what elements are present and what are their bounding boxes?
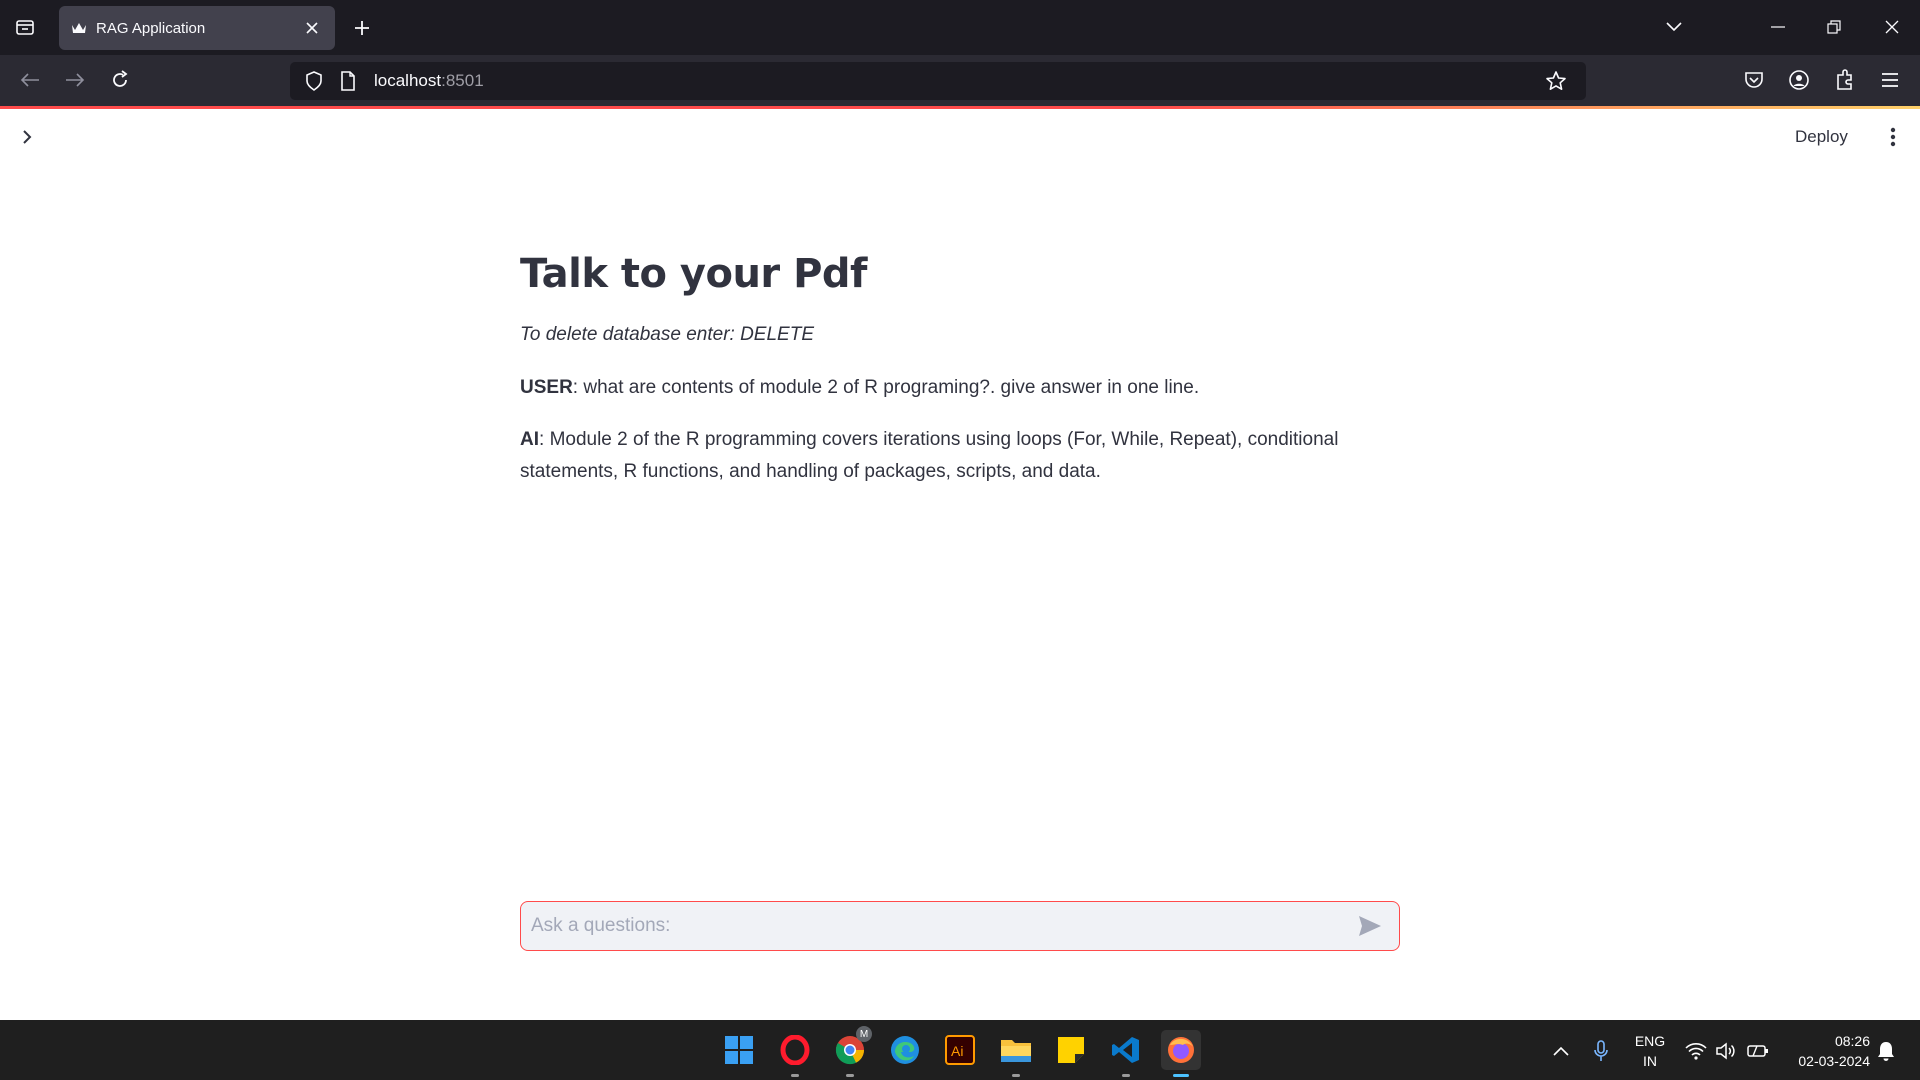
address-bar[interactable]: localhost:8501: [290, 62, 1586, 100]
running-indicator: [791, 1074, 799, 1077]
input-language-indicator[interactable]: ENG IN: [1630, 1031, 1670, 1071]
pocket-icon[interactable]: [1737, 63, 1771, 97]
vscode-icon[interactable]: [1106, 1030, 1146, 1077]
clock-date: 02-03-2024: [1798, 1053, 1870, 1069]
system-clock[interactable]: 08:26 02-03-2024: [1780, 1031, 1870, 1071]
file-explorer-icon[interactable]: [996, 1030, 1036, 1077]
message-text: Module 2 of the R programming covers ite…: [520, 429, 1339, 482]
volume-icon[interactable]: [1713, 1038, 1739, 1064]
message-text: what are contents of module 2 of R progr…: [583, 377, 1200, 398]
active-indicator: [1173, 1074, 1189, 1077]
tab-list-icon[interactable]: [10, 12, 40, 42]
chat-message-user: USER: what are contents of module 2 of R…: [520, 372, 1400, 404]
close-window-icon[interactable]: [1874, 10, 1910, 44]
new-tab-icon[interactable]: [347, 13, 377, 43]
url-port: :8501: [441, 71, 484, 90]
main-content: Talk to your Pdf To delete database ente…: [520, 240, 1400, 508]
chat-input[interactable]: [531, 915, 1355, 937]
tracking-shield-icon[interactable]: [300, 67, 328, 95]
battery-icon[interactable]: [1745, 1038, 1771, 1064]
deploy-button[interactable]: Deploy: [1795, 124, 1848, 150]
send-icon[interactable]: [1355, 911, 1385, 941]
streamlit-header-decoration: [0, 106, 1920, 109]
close-tab-icon[interactable]: [301, 17, 323, 39]
region-code: IN: [1643, 1053, 1657, 1069]
forward-icon[interactable]: [58, 63, 92, 97]
list-all-tabs-icon[interactable]: [1656, 10, 1692, 44]
url-host: localhost: [374, 71, 442, 90]
start-icon[interactable]: [719, 1030, 759, 1070]
profile-badge: M: [856, 1026, 872, 1042]
chat-input-container: [520, 901, 1400, 951]
illustrator-icon[interactable]: Ai: [940, 1030, 980, 1070]
browser-toolbar: localhost:8501: [0, 55, 1920, 106]
clock-time: 08:26: [1834, 1033, 1870, 1049]
page-title: Talk to your Pdf: [520, 251, 867, 297]
running-indicator: [1122, 1074, 1130, 1077]
account-icon[interactable]: [1782, 63, 1816, 97]
page-info-icon[interactable]: [334, 67, 362, 95]
streamlit-crown-icon: [71, 20, 87, 36]
extensions-icon[interactable]: [1828, 63, 1862, 97]
restore-icon[interactable]: [1816, 10, 1852, 44]
reload-icon[interactable]: [103, 63, 137, 97]
message-role: AI: [520, 429, 539, 450]
delete-hint-caption: To delete database enter: DELETE: [520, 324, 814, 345]
url-text[interactable]: localhost:8501: [374, 71, 1542, 91]
chrome-icon[interactable]: M: [830, 1026, 872, 1077]
browser-tab-strip: RAG Application: [0, 0, 1920, 55]
firefox-icon[interactable]: [1161, 1030, 1201, 1077]
message-separator: :: [572, 377, 584, 398]
language-code: ENG: [1634, 1033, 1666, 1049]
chat-message-ai: AI: Module 2 of the R programming covers…: [520, 424, 1400, 488]
main-menu-kebab-icon[interactable]: [1880, 124, 1906, 150]
minimize-icon[interactable]: [1760, 10, 1796, 44]
microphone-icon[interactable]: [1588, 1038, 1614, 1064]
running-indicator: [846, 1074, 854, 1077]
notification-bell-icon[interactable]: [1873, 1038, 1899, 1064]
running-indicator: [1012, 1074, 1020, 1077]
message-separator: :: [539, 429, 550, 450]
sticky-notes-icon[interactable]: [1051, 1030, 1091, 1070]
edge-icon[interactable]: [885, 1030, 925, 1070]
wifi-icon[interactable]: [1683, 1038, 1709, 1064]
windows-taskbar: M Ai ENG IN 08:26 02-03-2024: [0, 1020, 1920, 1080]
tab-title: RAG Application: [96, 19, 206, 37]
back-icon[interactable]: [13, 63, 47, 97]
app-menu-icon[interactable]: [1873, 63, 1907, 97]
svg-text:Ai: Ai: [951, 1043, 963, 1059]
expand-sidebar-icon[interactable]: [14, 124, 40, 150]
show-hidden-icons-chevron-icon[interactable]: [1548, 1038, 1574, 1064]
opera-icon[interactable]: [775, 1030, 815, 1077]
browser-tab-active[interactable]: RAG Application: [59, 6, 335, 50]
message-role: USER: [520, 377, 573, 398]
bookmark-star-icon[interactable]: [1542, 67, 1570, 95]
